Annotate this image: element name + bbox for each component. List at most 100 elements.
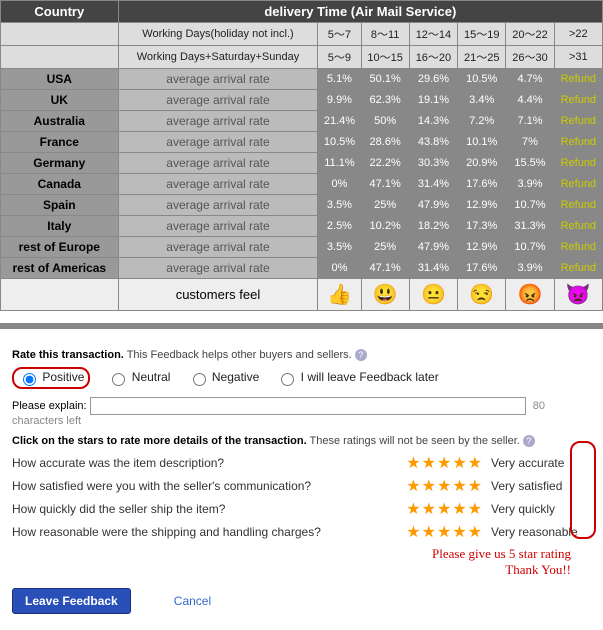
leave-feedback-button[interactable]: Leave Feedback	[12, 588, 131, 614]
data-cell: 31.4%	[409, 174, 457, 195]
refund-cell: Refund	[554, 153, 602, 174]
header-country: Country	[1, 1, 119, 23]
data-cell: 25%	[361, 237, 409, 258]
refund-cell: Refund	[554, 195, 602, 216]
rate-label: average arrival rate	[118, 69, 318, 90]
country-cell: Italy	[1, 216, 119, 237]
data-cell: 0%	[318, 174, 361, 195]
delivery-table: Country delivery Time (Air Mail Service)…	[0, 0, 603, 311]
refund-cell: Refund	[554, 69, 602, 90]
country-cell: UK	[1, 90, 119, 111]
country-cell: Australia	[1, 111, 119, 132]
data-cell: 10.5%	[318, 132, 361, 153]
data-cell: 47.9%	[409, 195, 457, 216]
refund-cell: Refund	[554, 237, 602, 258]
radio-positive[interactable]	[23, 373, 36, 386]
rate-label: average arrival rate	[118, 90, 318, 111]
data-cell: 17.6%	[458, 258, 506, 279]
data-cell: 30.3%	[409, 153, 457, 174]
data-cell: 3.5%	[318, 195, 361, 216]
data-cell: 0%	[318, 258, 361, 279]
customers-feel: customers feel	[118, 279, 318, 311]
data-cell: 3.9%	[506, 174, 554, 195]
country-cell: rest of Americas	[1, 258, 119, 279]
rating-radio-group: Positive Neutral Negative I will leave F…	[12, 367, 591, 389]
rate-label: average arrival rate	[118, 174, 318, 195]
data-cell: 7%	[506, 132, 554, 153]
stars-title-bold: Click on the stars to rate more details …	[12, 435, 307, 447]
data-cell: 47.9%	[409, 237, 457, 258]
feedback-section: Rate this transaction. This Feedback hel…	[0, 337, 603, 630]
data-cell: 2.5%	[318, 216, 361, 237]
data-cell: 18.2%	[409, 216, 457, 237]
data-cell: 5.1%	[318, 69, 361, 90]
star-rating[interactable]: ★★★★★	[406, 522, 483, 542]
data-cell: 10.1%	[458, 132, 506, 153]
cancel-link[interactable]: Cancel	[174, 594, 211, 608]
five-star-highlight	[570, 441, 596, 539]
data-cell: 47.1%	[361, 174, 409, 195]
data-cell: 7.2%	[458, 111, 506, 132]
data-cell: 47.1%	[361, 258, 409, 279]
data-cell: 3.9%	[506, 258, 554, 279]
data-cell: 21.4%	[318, 111, 361, 132]
star-rating[interactable]: ★★★★★	[406, 476, 483, 496]
country-cell: Canada	[1, 174, 119, 195]
refund-cell: Refund	[554, 132, 602, 153]
star-question: How reasonable were the shipping and han…	[12, 525, 406, 539]
data-cell: 31.3%	[506, 216, 554, 237]
data-cell: 9.9%	[318, 90, 361, 111]
emoji-unhappy: 😒	[458, 279, 506, 311]
data-cell: 4.7%	[506, 69, 554, 90]
country-cell: Germany	[1, 153, 119, 174]
data-cell: 17.3%	[458, 216, 506, 237]
star-question: How accurate was the item description?	[12, 456, 406, 470]
rate-label: average arrival rate	[118, 111, 318, 132]
rate-label: average arrival rate	[118, 195, 318, 216]
header-delivery: delivery Time (Air Mail Service)	[118, 1, 602, 23]
refund-cell: Refund	[554, 90, 602, 111]
data-cell: 28.6%	[361, 132, 409, 153]
data-cell: 62.3%	[361, 90, 409, 111]
refund-cell: Refund	[554, 258, 602, 279]
star-question: How quickly did the seller ship the item…	[12, 502, 406, 516]
refund-cell: Refund	[554, 216, 602, 237]
star-rating[interactable]: ★★★★★	[406, 499, 483, 519]
radio-neutral[interactable]	[112, 373, 125, 386]
data-cell: 10.2%	[361, 216, 409, 237]
help-icon[interactable]: ?	[523, 435, 535, 447]
radio-negative[interactable]	[193, 373, 206, 386]
star-question: How satisfied were you with the seller's…	[12, 479, 406, 493]
rate-label: average arrival rate	[118, 132, 318, 153]
country-cell: rest of Europe	[1, 237, 119, 258]
refund-cell: Refund	[554, 111, 602, 132]
data-cell: 10.5%	[458, 69, 506, 90]
refund-cell: Refund	[554, 174, 602, 195]
country-cell: USA	[1, 69, 119, 90]
radio-later[interactable]	[281, 373, 294, 386]
emoji-devil: 👿	[554, 279, 602, 311]
data-cell: 43.8%	[409, 132, 457, 153]
rate-title-bold: Rate this transaction.	[12, 349, 124, 361]
emoji-neutral: 😐	[409, 279, 457, 311]
help-icon[interactable]: ?	[355, 349, 367, 361]
data-cell: 14.3%	[409, 111, 457, 132]
data-cell: 7.1%	[506, 111, 554, 132]
data-cell: 25%	[361, 195, 409, 216]
emoji-happy: 😃	[361, 279, 409, 311]
data-cell: 12.9%	[458, 195, 506, 216]
explain-input[interactable]	[90, 397, 526, 415]
rate-label: average arrival rate	[118, 258, 318, 279]
data-cell: 12.9%	[458, 237, 506, 258]
header-working-days: Working Days(holiday not incl.)	[118, 23, 318, 46]
rate-label: average arrival rate	[118, 216, 318, 237]
data-cell: 22.2%	[361, 153, 409, 174]
data-cell: 31.4%	[409, 258, 457, 279]
star-rating[interactable]: ★★★★★	[406, 453, 483, 473]
data-cell: 10.7%	[506, 195, 554, 216]
data-cell: 50.1%	[361, 69, 409, 90]
data-cell: 19.1%	[409, 90, 457, 111]
data-cell: 29.6%	[409, 69, 457, 90]
rate-label: average arrival rate	[118, 237, 318, 258]
country-cell: Spain	[1, 195, 119, 216]
